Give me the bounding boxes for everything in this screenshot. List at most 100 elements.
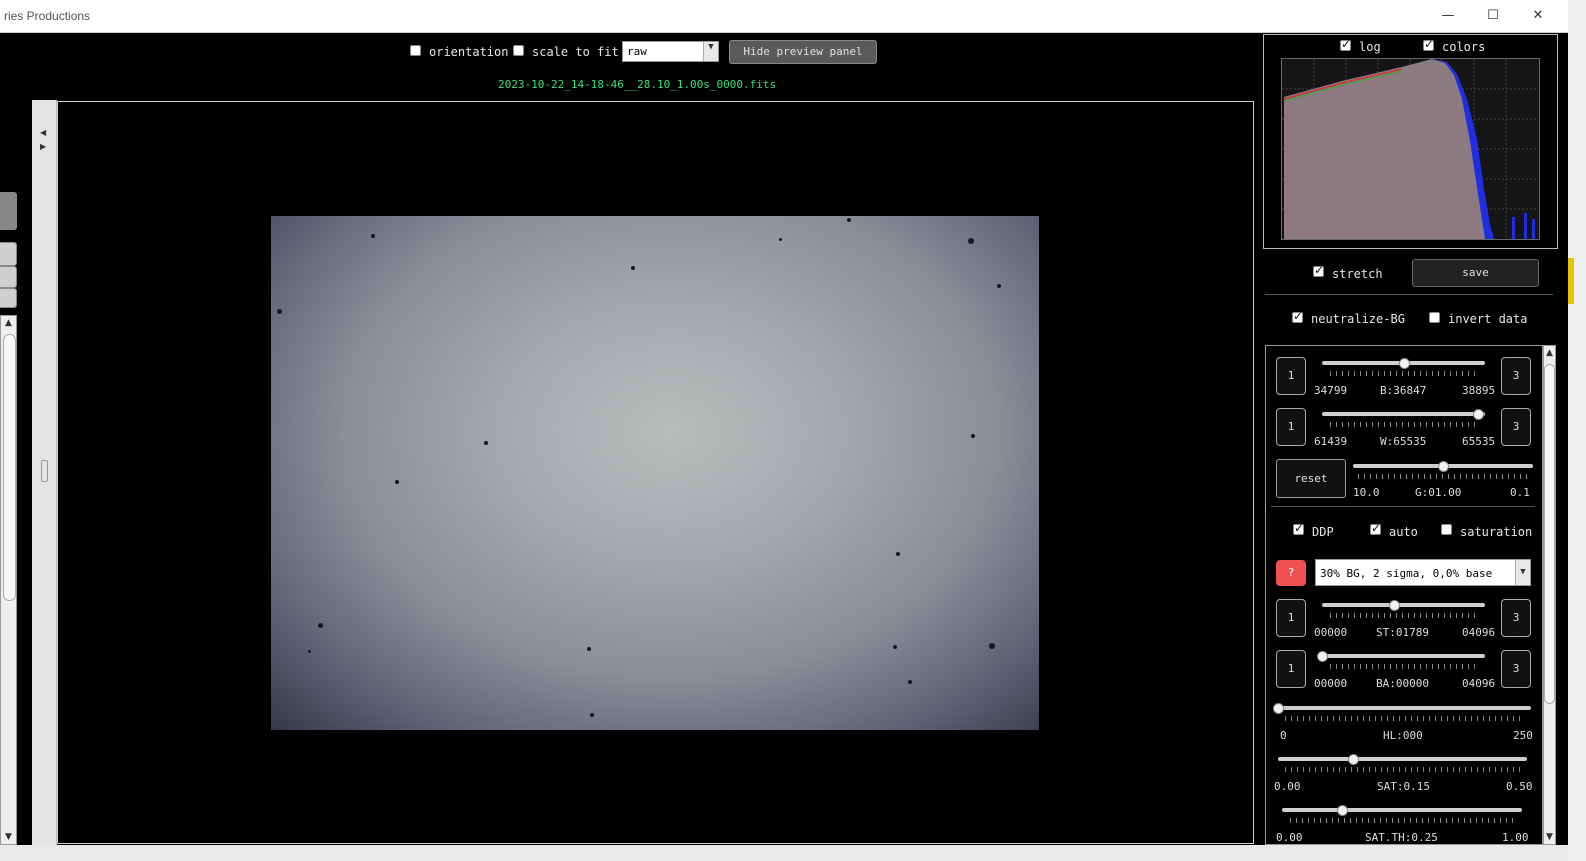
left-scrollbar[interactable]: ▲ ▼ (0, 315, 17, 845)
left-panel-tab[interactable] (0, 242, 17, 266)
collapse-left-icon[interactable]: ◀ (40, 128, 46, 137)
dust-spot (896, 552, 900, 556)
log-checkbox[interactable] (1340, 37, 1351, 51)
maximize-button[interactable]: ☐ (1478, 6, 1508, 26)
help-button[interactable]: ? (1276, 560, 1306, 586)
white-slider-track[interactable] (1322, 412, 1485, 416)
ba-min: 00000 (1314, 677, 1348, 690)
splitter-grip[interactable] (41, 460, 48, 482)
white-decrement-button[interactable]: 1 (1276, 408, 1306, 446)
dust-spot (908, 680, 912, 684)
slider-ticks (1285, 767, 1521, 772)
dust-spot (484, 441, 488, 445)
histogram-plot (1281, 58, 1540, 240)
scroll-up-icon[interactable]: ▲ (1, 318, 16, 328)
gamma-value: G:01.00 (1415, 486, 1462, 499)
slider-ticks (1358, 474, 1528, 479)
minimize-button[interactable]: — (1433, 6, 1463, 26)
title-bar: ries Productions — ☐ ✕ (0, 0, 1568, 33)
dust-spot (847, 218, 851, 222)
ba-slider-knob[interactable] (1317, 651, 1328, 662)
sat-value: SAT:0.15 (1377, 780, 1430, 793)
sat-slider-knob[interactable] (1347, 754, 1359, 765)
stretch-checkbox[interactable] (1313, 263, 1324, 277)
auto-checkbox[interactable] (1370, 521, 1381, 535)
expand-right-icon[interactable]: ▶ (40, 142, 46, 151)
black-value: B:36847 (1380, 384, 1427, 397)
divider (1271, 506, 1535, 507)
gamma-max: 0.1 (1510, 486, 1530, 499)
preview-image[interactable] (271, 216, 1039, 730)
white-min: 61439 (1314, 435, 1348, 448)
save-button[interactable]: save (1412, 259, 1539, 287)
white-increment-button[interactable]: 3 (1501, 408, 1531, 446)
scroll-thumb[interactable] (3, 334, 16, 601)
sat-th-slider-knob[interactable] (1337, 805, 1348, 816)
mode-select[interactable]: raw ▼ (622, 41, 719, 62)
dust-spot (277, 309, 282, 314)
hl-min: 0 (1280, 729, 1287, 742)
st-slider-track[interactable] (1322, 603, 1485, 607)
left-panel-tab[interactable] (0, 288, 17, 308)
hide-preview-panel-button[interactable]: Hide preview panel (729, 40, 877, 64)
scale-to-fit-checkbox[interactable] (513, 45, 524, 56)
ddp-checkbox[interactable] (1293, 521, 1304, 535)
scroll-up-icon[interactable]: ▲ (1544, 348, 1555, 358)
st-decrement-button[interactable]: 1 (1276, 599, 1306, 637)
ba-decrement-button[interactable]: 1 (1276, 650, 1306, 688)
scroll-thumb[interactable] (1544, 364, 1555, 704)
accent-marker (1568, 258, 1574, 304)
right-scrollbar[interactable]: ▲ ▼ (1543, 345, 1556, 845)
st-slider-knob[interactable] (1388, 600, 1400, 611)
st-increment-button[interactable]: 3 (1501, 599, 1531, 637)
hl-slider-track[interactable] (1278, 706, 1531, 710)
scale-to-fit-label: scale to fit (532, 45, 619, 59)
sat-th-slider-track[interactable] (1282, 808, 1522, 812)
left-panel-tab[interactable] (0, 266, 17, 288)
preview-splitter[interactable]: ◀ ▶ (32, 100, 57, 845)
ba-slider-track[interactable] (1322, 654, 1485, 658)
auto-label: auto (1389, 525, 1418, 539)
slider-ticks (1330, 664, 1478, 669)
ddp-label: DDP (1312, 525, 1334, 539)
black-slider-knob[interactable] (1398, 358, 1410, 369)
ba-value: BA:00000 (1376, 677, 1429, 690)
scroll-down-icon[interactable]: ▼ (1544, 832, 1555, 842)
invert-data-checkbox[interactable] (1429, 312, 1440, 323)
orientation-checkbox[interactable] (410, 45, 421, 56)
left-panel-tab[interactable] (0, 192, 17, 230)
dust-spot (590, 713, 594, 717)
neutralize-bg-checkbox[interactable] (1292, 309, 1303, 323)
chevron-down-icon: ▼ (703, 42, 718, 61)
ddp-preset-select[interactable]: 30% BG, 2 sigma, 0,0% base ▼ (1315, 559, 1531, 586)
black-min: 34799 (1314, 384, 1348, 397)
slider-ticks (1330, 371, 1478, 376)
mode-select-value: raw (627, 45, 647, 58)
black-increment-button[interactable]: 3 (1501, 357, 1531, 395)
black-decrement-button[interactable]: 1 (1276, 357, 1306, 395)
close-button[interactable]: ✕ (1523, 6, 1553, 26)
saturation-checkbox[interactable] (1441, 524, 1452, 535)
reset-button[interactable]: reset (1276, 459, 1346, 498)
dust-spot (968, 238, 974, 244)
dust-spot (318, 623, 323, 628)
white-value: W:65535 (1380, 435, 1427, 448)
colors-checkbox[interactable] (1423, 37, 1434, 51)
dust-spot (395, 480, 399, 484)
hl-value: HL:000 (1383, 729, 1423, 742)
dust-spot (779, 238, 782, 241)
sat-slider-track[interactable] (1278, 757, 1527, 761)
hl-slider-knob[interactable] (1273, 703, 1284, 714)
dust-spot (971, 434, 975, 438)
sat-th-max: 1.00 (1502, 831, 1529, 844)
stretch-label: stretch (1332, 267, 1383, 281)
sat-th-value: SAT.TH:0.25 (1365, 831, 1438, 844)
neutralize-bg-label: neutralize-BG (1311, 312, 1405, 326)
ba-increment-button[interactable]: 3 (1501, 650, 1531, 688)
scroll-down-icon[interactable]: ▼ (1, 832, 16, 842)
saturation-label: saturation (1460, 525, 1533, 539)
gamma-slider-knob[interactable] (1438, 461, 1449, 472)
ba-max: 04096 (1462, 677, 1496, 690)
black-max: 38895 (1462, 384, 1496, 397)
log-label: log (1359, 40, 1381, 54)
